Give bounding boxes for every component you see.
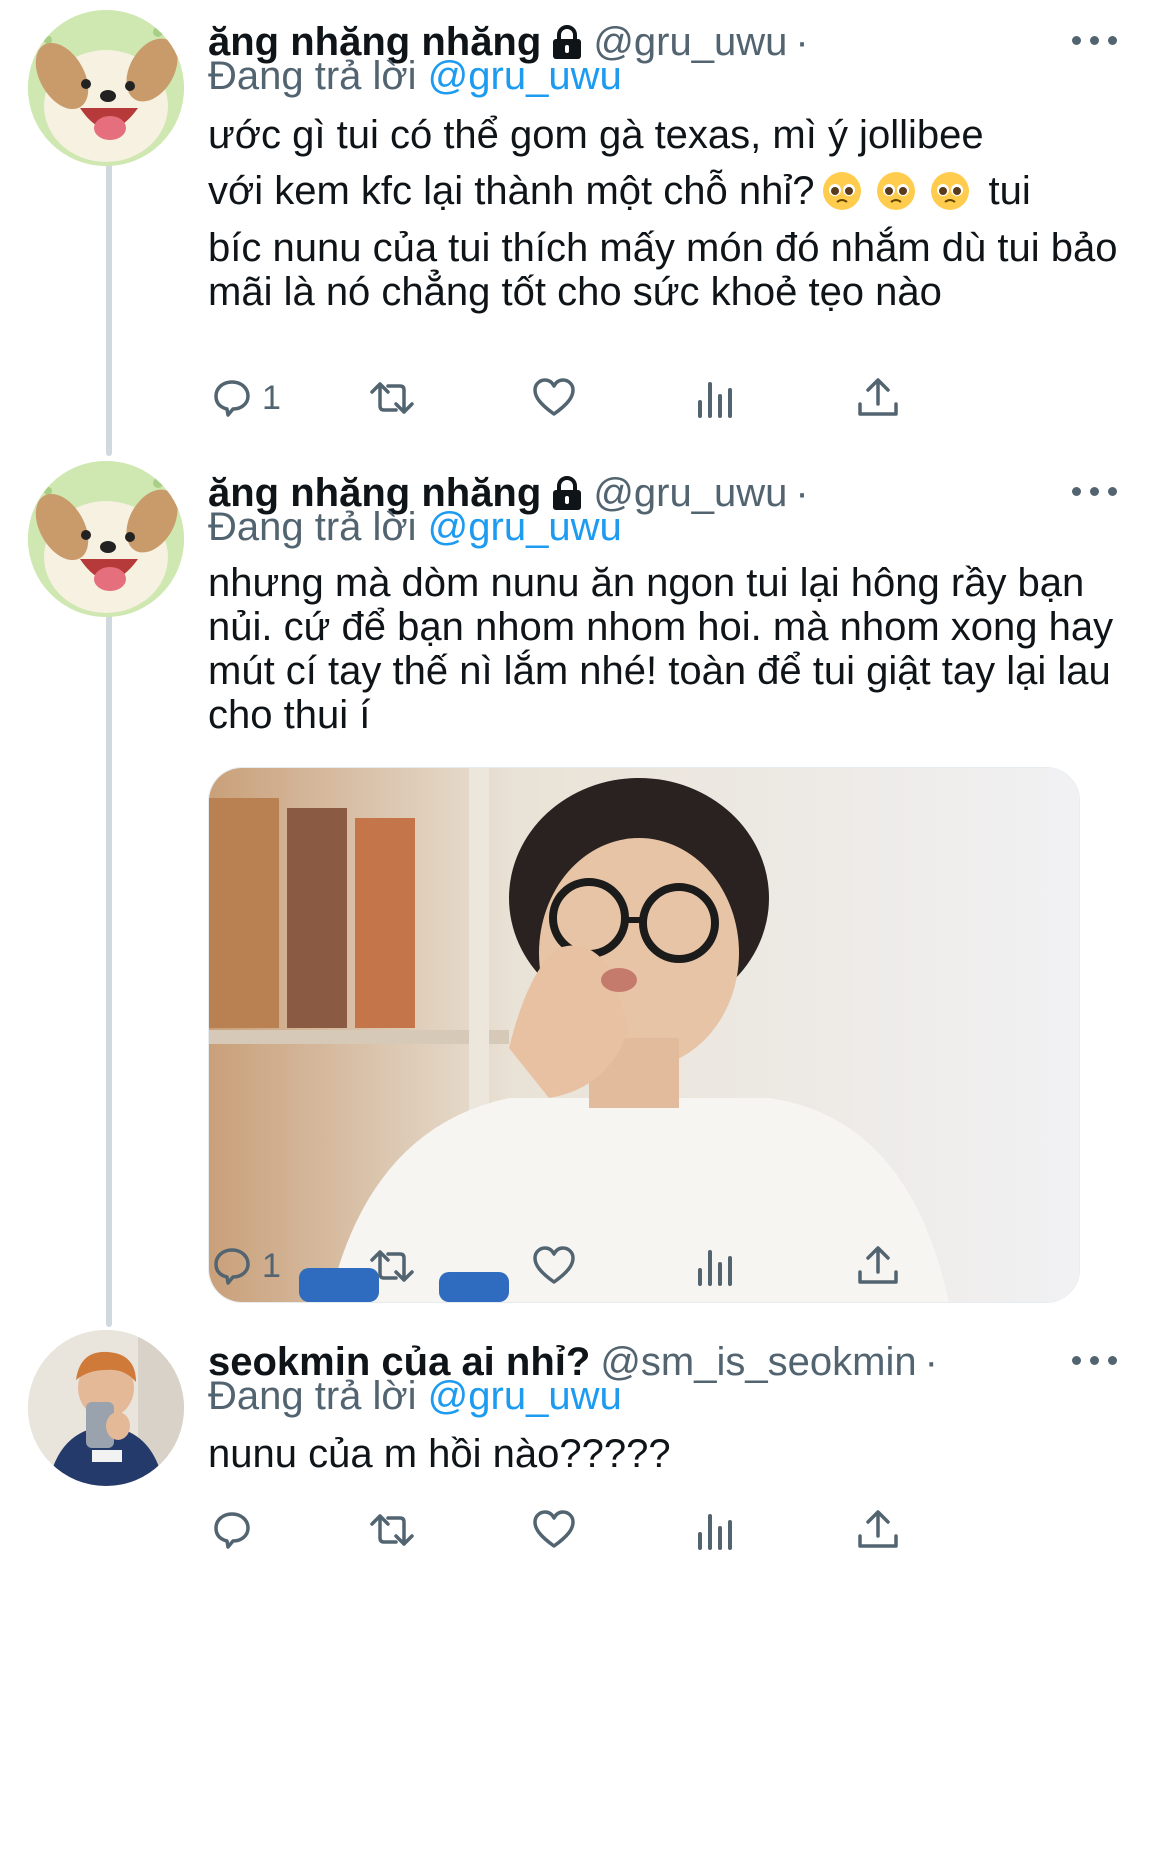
tweet-text: ước gì tui có thể gom gà texas, mì ý jol… bbox=[208, 108, 1118, 314]
tweet-media-image[interactable] bbox=[208, 767, 1080, 1303]
more-icon[interactable] bbox=[1066, 1340, 1126, 1380]
views-icon bbox=[698, 1250, 732, 1286]
share-button[interactable] bbox=[854, 368, 902, 428]
replying-prefix: Đang trả lời bbox=[208, 505, 417, 549]
tweet-actions: 1 bbox=[208, 368, 1028, 428]
puppy-avatar-icon bbox=[28, 461, 184, 617]
separator-dot: · bbox=[795, 20, 809, 64]
replying-mention-link[interactable]: @gru_uwu bbox=[428, 505, 622, 549]
avatar[interactable] bbox=[28, 10, 184, 166]
media-photo-icon bbox=[209, 768, 1079, 1302]
replying-to: Đang trả lời @gru_uwu bbox=[208, 1368, 622, 1424]
retweet-button[interactable] bbox=[368, 1500, 416, 1560]
views-icon bbox=[698, 382, 732, 418]
like-button[interactable] bbox=[530, 1500, 578, 1560]
reply-icon bbox=[214, 1248, 250, 1285]
mirror-selfie-avatar-icon bbox=[28, 1330, 184, 1486]
tweet-text: nhưng mà dòm nunu ăn ngon tui lại hông r… bbox=[208, 561, 1114, 737]
pleading-face-emoji-icon bbox=[876, 172, 915, 210]
more-icon[interactable] bbox=[1066, 20, 1126, 60]
views-icon bbox=[698, 1514, 732, 1550]
retweet-icon bbox=[370, 382, 414, 414]
replying-to: Đang trả lời @gru_uwu bbox=[208, 499, 622, 555]
retweet-icon bbox=[370, 1514, 414, 1546]
tweet-text: nunu của m hồi nào????? bbox=[208, 1432, 671, 1476]
puppy-avatar-icon bbox=[28, 10, 184, 166]
avatar[interactable] bbox=[28, 461, 184, 617]
tweet-2[interactable]: ăng nhăng nhăng @gru_uwu · Đang trả lời @g… bbox=[0, 451, 1170, 1321]
pleading-face-emoji-icon bbox=[822, 172, 861, 210]
reply-count: 1 bbox=[262, 378, 281, 417]
tweet-text-line: với kem kfc lại thành một chỗ nhỉ? tui bbox=[208, 162, 1118, 220]
pleading-face-emoji-icon bbox=[930, 172, 969, 210]
views-button[interactable] bbox=[692, 1236, 740, 1296]
user-handle[interactable]: @gru_uwu bbox=[593, 20, 787, 64]
tweet-text-line: ước gì tui có thể gom gà texas, mì ý jol… bbox=[208, 113, 984, 157]
like-button[interactable] bbox=[530, 1236, 578, 1296]
reply-icon bbox=[214, 380, 250, 417]
tweet-actions bbox=[208, 1500, 1028, 1560]
reply-button[interactable]: 1 bbox=[208, 1236, 281, 1296]
replying-to: Đang trả lời @gru_uwu bbox=[208, 48, 622, 104]
reply-button[interactable]: 1 bbox=[208, 368, 281, 428]
tweet-actions: 1 bbox=[208, 1236, 1028, 1296]
tweet-text-segment: với kem kfc lại thành một chỗ nhỉ? bbox=[208, 169, 815, 213]
separator-dot: · bbox=[924, 1340, 938, 1384]
retweet-icon bbox=[370, 1250, 414, 1282]
like-icon bbox=[533, 378, 575, 416]
replying-mention-link[interactable]: @gru_uwu bbox=[428, 54, 622, 98]
user-handle[interactable]: @sm_is_seokmin bbox=[600, 1340, 916, 1384]
reply-count: 1 bbox=[262, 1246, 281, 1285]
views-button[interactable] bbox=[692, 368, 740, 428]
user-handle[interactable]: @gru_uwu bbox=[593, 471, 787, 515]
separator-dot: · bbox=[795, 471, 809, 515]
avatar[interactable] bbox=[28, 1330, 184, 1486]
retweet-button[interactable] bbox=[368, 368, 416, 428]
like-icon bbox=[533, 1510, 575, 1548]
replying-prefix: Đang trả lời bbox=[208, 1374, 417, 1418]
more-icon[interactable] bbox=[1066, 471, 1126, 511]
share-icon bbox=[858, 1510, 898, 1548]
tweet-text-segment: tui bbox=[988, 169, 1031, 213]
like-icon bbox=[533, 1246, 575, 1284]
share-button[interactable] bbox=[854, 1500, 902, 1560]
tweet-3[interactable]: seokmin của ai nhỉ? @sm_is_seokmin · Đang … bbox=[0, 1320, 1170, 1857]
share-button[interactable] bbox=[854, 1236, 902, 1296]
replying-prefix: Đang trả lời bbox=[208, 54, 417, 98]
like-button[interactable] bbox=[530, 368, 578, 428]
reply-icon bbox=[214, 1512, 250, 1549]
views-button[interactable] bbox=[692, 1500, 740, 1560]
replying-mention-link[interactable]: @gru_uwu bbox=[428, 1374, 622, 1418]
tweet-text-line: bíc nunu của tui thích mấy món đó nhắm d… bbox=[208, 226, 1118, 314]
tweet-1[interactable]: ăng nhăng nhăng @gru_uwu · Đang trả lời @g… bbox=[0, 0, 1170, 450]
reply-button[interactable] bbox=[208, 1500, 262, 1560]
retweet-button[interactable] bbox=[368, 1236, 416, 1296]
share-icon bbox=[858, 378, 898, 416]
share-icon bbox=[858, 1246, 898, 1284]
